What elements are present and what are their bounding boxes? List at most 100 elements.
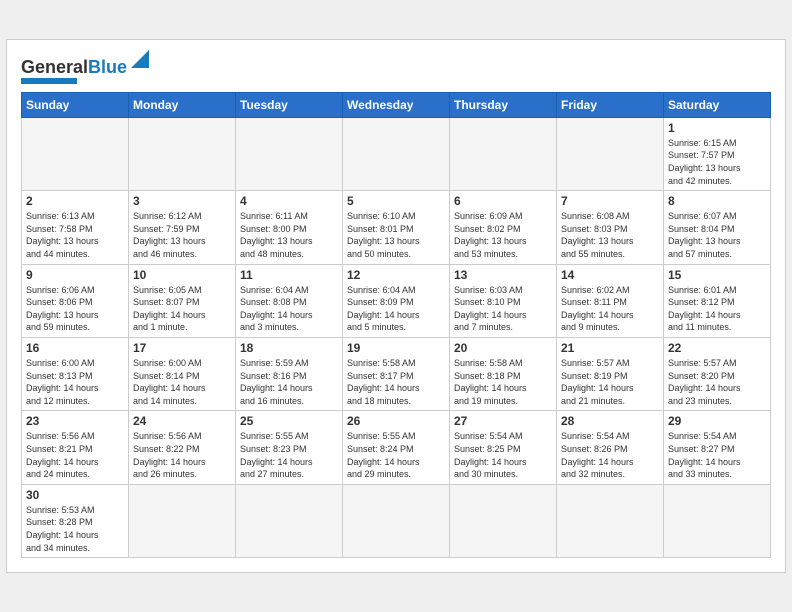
day-cell	[236, 117, 343, 190]
day-info: Sunrise: 5:55 AM Sunset: 8:24 PM Dayligh…	[347, 430, 445, 480]
day-cell: 16Sunrise: 6:00 AM Sunset: 8:13 PM Dayli…	[22, 338, 129, 411]
week-row-4: 23 Sunrise: 5:56 AM Sunset: 8:21 PM Dayli…	[22, 411, 771, 484]
day-cell: 19Sunrise: 5:58 AM Sunset: 8:17 PM Dayli…	[343, 338, 450, 411]
day-info: Sunrise: 6:10 AM Sunset: 8:01 PM Dayligh…	[347, 210, 445, 260]
day-cell	[129, 117, 236, 190]
day-info: Sunrise: 5:53 AM Sunset: 8:28 PM Dayligh…	[26, 504, 124, 554]
day-cell: 28 Sunrise: 5:54 AM Sunset: 8:26 PM Dayli…	[557, 411, 664, 484]
logo: GeneralBlue	[21, 50, 149, 84]
day-info: Sunrise: 6:08 AM Sunset: 8:03 PM Dayligh…	[561, 210, 659, 260]
day-info: Sunrise: 5:56 AM Sunset: 8:22 PM Dayligh…	[133, 430, 231, 480]
day-cell: 8Sunrise: 6:07 AM Sunset: 8:04 PM Daylig…	[664, 191, 771, 264]
weekday-header-wednesday: Wednesday	[343, 92, 450, 117]
day-cell	[557, 484, 664, 557]
day-number: 20	[454, 341, 552, 355]
day-info: Sunrise: 6:13 AM Sunset: 7:58 PM Dayligh…	[26, 210, 124, 260]
day-info: Sunrise: 6:03 AM Sunset: 8:10 PM Dayligh…	[454, 284, 552, 334]
day-info: Sunrise: 5:54 AM Sunset: 8:25 PM Dayligh…	[454, 430, 552, 480]
day-cell	[236, 484, 343, 557]
day-cell: 15 Sunrise: 6:01 AM Sunset: 8:12 PM Dayli…	[664, 264, 771, 337]
week-row-3: 16Sunrise: 6:00 AM Sunset: 8:13 PM Dayli…	[22, 338, 771, 411]
weekday-header-tuesday: Tuesday	[236, 92, 343, 117]
calendar-body: 1 Sunrise: 6:15 AM Sunset: 7:57 PM Daylig…	[22, 117, 771, 557]
day-info: Sunrise: 6:06 AM Sunset: 8:06 PM Dayligh…	[26, 284, 124, 334]
header-section: GeneralBlue	[21, 50, 771, 84]
day-cell: 4Sunrise: 6:11 AM Sunset: 8:00 PM Daylig…	[236, 191, 343, 264]
day-number: 18	[240, 341, 338, 355]
day-info: Sunrise: 5:56 AM Sunset: 8:21 PM Dayligh…	[26, 430, 124, 480]
calendar-header: SundayMondayTuesdayWednesdayThursdayFrid…	[22, 92, 771, 117]
day-info: Sunrise: 5:58 AM Sunset: 8:18 PM Dayligh…	[454, 357, 552, 407]
day-cell: 23 Sunrise: 5:56 AM Sunset: 8:21 PM Dayli…	[22, 411, 129, 484]
day-info: Sunrise: 5:57 AM Sunset: 8:20 PM Dayligh…	[668, 357, 766, 407]
day-cell: 7Sunrise: 6:08 AM Sunset: 8:03 PM Daylig…	[557, 191, 664, 264]
day-info: Sunrise: 6:09 AM Sunset: 8:02 PM Dayligh…	[454, 210, 552, 260]
day-number: 24	[133, 414, 231, 428]
day-cell: 18Sunrise: 5:59 AM Sunset: 8:16 PM Dayli…	[236, 338, 343, 411]
weekday-header-sunday: Sunday	[22, 92, 129, 117]
day-number: 27	[454, 414, 552, 428]
day-cell	[22, 117, 129, 190]
day-cell: 11 Sunrise: 6:04 AM Sunset: 8:08 PM Dayli…	[236, 264, 343, 337]
day-cell: 10 Sunrise: 6:05 AM Sunset: 8:07 PM Dayli…	[129, 264, 236, 337]
day-cell	[450, 484, 557, 557]
day-cell	[129, 484, 236, 557]
day-cell	[450, 117, 557, 190]
logo-blue-text: Blue	[88, 57, 127, 77]
day-number: 19	[347, 341, 445, 355]
day-info: Sunrise: 6:00 AM Sunset: 8:13 PM Dayligh…	[26, 357, 124, 407]
week-row-1: 2 Sunrise: 6:13 AM Sunset: 7:58 PM Daylig…	[22, 191, 771, 264]
day-cell: 12Sunrise: 6:04 AM Sunset: 8:09 PM Dayli…	[343, 264, 450, 337]
week-row-2: 9 Sunrise: 6:06 AM Sunset: 8:06 PM Daylig…	[22, 264, 771, 337]
day-cell: 6Sunrise: 6:09 AM Sunset: 8:02 PM Daylig…	[450, 191, 557, 264]
day-number: 28	[561, 414, 659, 428]
day-info: Sunrise: 6:12 AM Sunset: 7:59 PM Dayligh…	[133, 210, 231, 260]
day-info: Sunrise: 6:11 AM Sunset: 8:00 PM Dayligh…	[240, 210, 338, 260]
day-number: 23	[26, 414, 124, 428]
day-cell: 14 Sunrise: 6:02 AM Sunset: 8:11 PM Dayli…	[557, 264, 664, 337]
day-number: 29	[668, 414, 766, 428]
day-cell: 9 Sunrise: 6:06 AM Sunset: 8:06 PM Daylig…	[22, 264, 129, 337]
day-number: 15	[668, 268, 766, 282]
day-cell	[664, 484, 771, 557]
day-info: Sunrise: 6:07 AM Sunset: 8:04 PM Dayligh…	[668, 210, 766, 260]
day-info: Sunrise: 6:00 AM Sunset: 8:14 PM Dayligh…	[133, 357, 231, 407]
day-number: 11	[240, 268, 338, 282]
day-info: Sunrise: 6:05 AM Sunset: 8:07 PM Dayligh…	[133, 284, 231, 334]
day-number: 22	[668, 341, 766, 355]
day-number: 30	[26, 488, 124, 502]
day-cell: 24 Sunrise: 5:56 AM Sunset: 8:22 PM Dayli…	[129, 411, 236, 484]
day-info: Sunrise: 6:15 AM Sunset: 7:57 PM Dayligh…	[668, 137, 766, 187]
day-cell: 22 Sunrise: 5:57 AM Sunset: 8:20 PM Dayli…	[664, 338, 771, 411]
day-number: 5	[347, 194, 445, 208]
day-info: Sunrise: 5:55 AM Sunset: 8:23 PM Dayligh…	[240, 430, 338, 480]
day-number: 9	[26, 268, 124, 282]
calendar-table: SundayMondayTuesdayWednesdayThursdayFrid…	[21, 92, 771, 558]
day-number: 2	[26, 194, 124, 208]
day-number: 13	[454, 268, 552, 282]
day-number: 3	[133, 194, 231, 208]
day-cell	[343, 117, 450, 190]
day-number: 10	[133, 268, 231, 282]
day-info: Sunrise: 6:01 AM Sunset: 8:12 PM Dayligh…	[668, 284, 766, 334]
day-info: Sunrise: 5:57 AM Sunset: 8:19 PM Dayligh…	[561, 357, 659, 407]
week-row-5: 30 Sunrise: 5:53 AM Sunset: 8:28 PM Dayli…	[22, 484, 771, 557]
day-cell: 30 Sunrise: 5:53 AM Sunset: 8:28 PM Dayli…	[22, 484, 129, 557]
day-info: Sunrise: 6:04 AM Sunset: 8:08 PM Dayligh…	[240, 284, 338, 334]
day-cell: 3 Sunrise: 6:12 AM Sunset: 7:59 PM Daylig…	[129, 191, 236, 264]
day-cell: 13 Sunrise: 6:03 AM Sunset: 8:10 PM Dayli…	[450, 264, 557, 337]
day-cell: 21Sunrise: 5:57 AM Sunset: 8:19 PM Dayli…	[557, 338, 664, 411]
day-cell: 27 Sunrise: 5:54 AM Sunset: 8:25 PM Dayli…	[450, 411, 557, 484]
day-cell	[557, 117, 664, 190]
day-info: Sunrise: 5:54 AM Sunset: 8:26 PM Dayligh…	[561, 430, 659, 480]
day-number: 1	[668, 121, 766, 135]
weekday-header-monday: Monday	[129, 92, 236, 117]
day-cell: 2 Sunrise: 6:13 AM Sunset: 7:58 PM Daylig…	[22, 191, 129, 264]
day-number: 26	[347, 414, 445, 428]
weekday-header-friday: Friday	[557, 92, 664, 117]
day-number: 12	[347, 268, 445, 282]
day-cell	[343, 484, 450, 557]
day-info: Sunrise: 6:02 AM Sunset: 8:11 PM Dayligh…	[561, 284, 659, 334]
day-number: 14	[561, 268, 659, 282]
day-cell: 25Sunrise: 5:55 AM Sunset: 8:23 PM Dayli…	[236, 411, 343, 484]
